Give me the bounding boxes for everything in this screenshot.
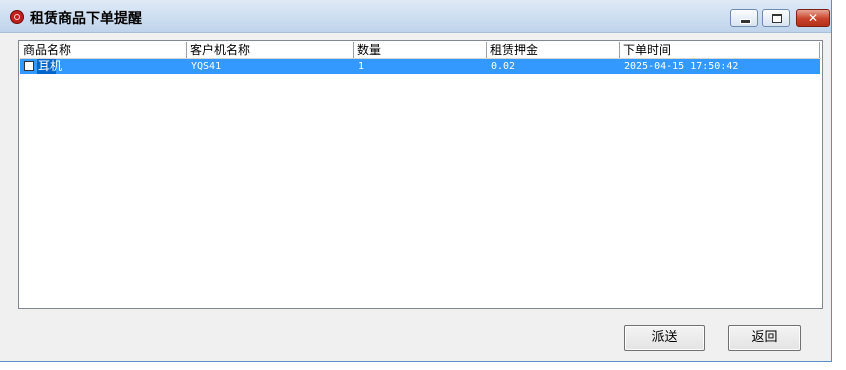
column-header-quantity[interactable]: 数量 (354, 42, 487, 58)
close-button[interactable]: ✕ (796, 9, 830, 27)
window-title: 租赁商品下单提醒 (30, 11, 142, 27)
table-row[interactable]: 耳机 YQS41 1 0.02 2025-04-15 17:50:42 (20, 59, 820, 74)
column-header-product[interactable]: 商品名称 (20, 42, 187, 58)
dispatch-button[interactable]: 派送 (624, 325, 705, 351)
maximize-button[interactable] (762, 9, 790, 27)
minimize-button[interactable] (730, 9, 758, 27)
row-checkbox[interactable] (24, 61, 34, 71)
cell-quantity: 1 (358, 61, 365, 72)
column-header-order-time[interactable]: 下单时间 (620, 42, 820, 58)
column-header-deposit[interactable]: 租赁押金 (487, 42, 620, 58)
close-icon: ✕ (807, 11, 819, 25)
app-icon (10, 10, 24, 24)
order-list[interactable]: 商品名称 客户机名称 数量 租赁押金 下单时间 耳机 YQS41 1 0.02 … (18, 40, 823, 309)
cell-client: YQS41 (191, 61, 222, 72)
column-header-client[interactable]: 客户机名称 (187, 42, 354, 58)
list-header: 商品名称 客户机名称 数量 租赁押金 下单时间 (20, 42, 821, 59)
minimize-icon (740, 19, 751, 24)
back-button[interactable]: 返回 (728, 325, 801, 351)
cell-deposit: 0.02 (491, 61, 516, 72)
maximize-icon (772, 14, 782, 23)
cell-order-time: 2025-04-15 17:50:42 (624, 61, 739, 72)
title-bar[interactable]: 租赁商品下单提醒 ✕ (0, 0, 831, 33)
rental-order-reminder-window: 租赁商品下单提醒 ✕ 商品名称 客户机名称 数量 租赁押金 下单时间 耳机 YQ… (0, 0, 832, 362)
cell-product: 耳机 (38, 59, 63, 73)
